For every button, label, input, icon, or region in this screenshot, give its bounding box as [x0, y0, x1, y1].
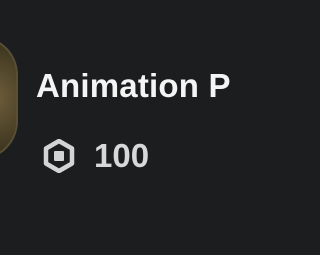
catalog-item-card[interactable]: Animation P 100: [0, 0, 255, 255]
item-thumbnail[interactable]: [0, 36, 18, 160]
item-price: 100: [94, 137, 150, 174]
robux-icon: [42, 139, 76, 173]
item-price-row: 100: [42, 136, 149, 176]
item-name[interactable]: Animation P: [36, 66, 231, 106]
